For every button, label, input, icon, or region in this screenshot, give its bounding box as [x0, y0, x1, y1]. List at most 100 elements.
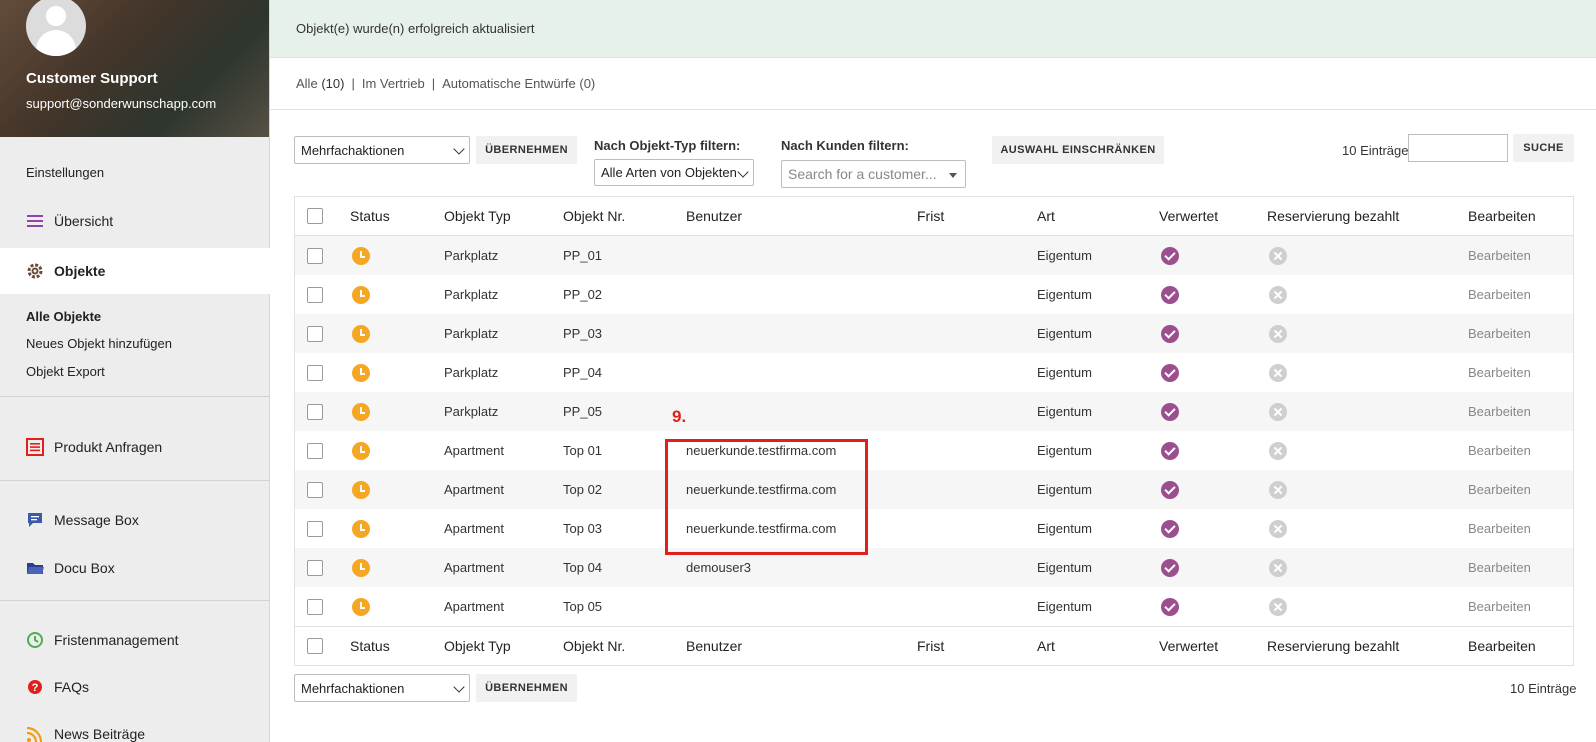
sidebar-item-objects[interactable]: Objekte — [0, 248, 270, 294]
column-header-number[interactable]: Objekt Nr. — [563, 197, 625, 235]
clock-icon — [352, 314, 370, 353]
view-filters: Alle (10) | Im Vertrieb | Automatische E… — [270, 58, 1596, 110]
column-footer-paid[interactable]: Reservierung bezahlt — [1267, 627, 1399, 665]
sidebar-item-settings[interactable]: Einstellungen — [0, 149, 270, 195]
view-sales-link[interactable]: Im Vertrieb — [362, 76, 425, 91]
row-checkbox[interactable] — [307, 548, 323, 587]
search-input[interactable] — [1408, 134, 1508, 162]
view-drafts-link[interactable]: Automatische Entwürfe (0) — [442, 76, 595, 91]
row-checkbox[interactable] — [307, 236, 323, 275]
message-icon — [26, 511, 44, 529]
table-row: Apartment Top 02 neuerkunde.testfirma.com E… — [295, 470, 1573, 509]
table-row: Apartment Top 03 neuerkunde.testfirma.com E… — [295, 509, 1573, 548]
clock-icon — [352, 431, 370, 470]
menu-lines-icon — [26, 212, 44, 230]
object-type: Apartment — [444, 443, 504, 458]
row-checkbox[interactable] — [307, 587, 323, 626]
edit-link[interactable]: Bearbeiten — [1468, 236, 1531, 275]
sidebar-sub-object-export[interactable]: Objekt Export — [26, 364, 105, 379]
column-footer-status[interactable]: Status — [350, 627, 390, 665]
column-header-type[interactable]: Objekt Typ — [444, 197, 511, 235]
object-kind: Eigentum — [1037, 404, 1092, 419]
help-icon: ? — [26, 678, 44, 696]
row-checkbox[interactable] — [307, 509, 323, 548]
sidebar-item-docu-box[interactable]: Docu Box — [0, 545, 270, 591]
object-type: Apartment — [444, 599, 504, 614]
avatar[interactable] — [26, 0, 86, 56]
row-checkbox[interactable] — [307, 392, 323, 431]
column-footer-deadline[interactable]: Frist — [917, 627, 944, 665]
edit-link[interactable]: Bearbeiten — [1468, 392, 1531, 431]
object-number: PP_05 — [563, 404, 603, 419]
object-type: Parkplatz — [444, 248, 499, 263]
apply-button[interactable]: ÜBERNEHMEN — [476, 136, 577, 164]
apply-button-bottom[interactable]: ÜBERNEHMEN — [476, 674, 577, 702]
folder-icon — [26, 559, 44, 577]
object-kind: Eigentum — [1037, 482, 1092, 497]
type-filter-value: Alle Arten von Objekten — [601, 165, 737, 180]
bulk-actions-select[interactable]: Mehrfachaktionen — [294, 136, 470, 164]
column-header-user[interactable]: Benutzer — [686, 197, 742, 235]
select-all-checkbox-footer[interactable] — [307, 627, 323, 665]
column-header-deadline[interactable]: Frist — [917, 197, 944, 235]
sidebar-item-news[interactable]: News Beiträge — [0, 711, 270, 742]
clock-icon — [352, 509, 370, 548]
column-header-used[interactable]: Verwertet — [1159, 197, 1218, 235]
annotation-highlight-box — [665, 439, 868, 555]
chevron-down-icon — [453, 143, 465, 155]
sidebar-item-deadlines[interactable]: Fristenmanagement — [0, 617, 270, 663]
edit-link[interactable]: Bearbeiten — [1468, 470, 1531, 509]
view-all-link[interactable]: Alle (10) — [296, 76, 344, 91]
restrict-selection-button[interactable]: AUSWAHL EINSCHRÄNKEN — [992, 136, 1164, 164]
select-all-checkbox[interactable] — [307, 197, 323, 235]
column-footer-used[interactable]: Verwertet — [1159, 627, 1218, 665]
list-icon — [26, 438, 44, 456]
edit-link[interactable]: Bearbeiten — [1468, 548, 1531, 587]
object-type: Parkplatz — [444, 404, 499, 419]
column-header-kind[interactable]: Art — [1037, 197, 1055, 235]
table-row: Parkplatz PP_01 Eigentum Bearbeiten — [295, 236, 1573, 275]
edit-link[interactable]: Bearbeiten — [1468, 314, 1531, 353]
row-checkbox[interactable] — [307, 314, 323, 353]
profile-header: Customer Support support@sonderwunschapp… — [0, 0, 269, 137]
separator: | — [351, 76, 355, 91]
check-circle-icon — [1161, 509, 1179, 548]
object-kind: Eigentum — [1037, 560, 1092, 575]
column-footer-type[interactable]: Objekt Typ — [444, 627, 511, 665]
row-checkbox[interactable] — [307, 353, 323, 392]
edit-link[interactable]: Bearbeiten — [1468, 353, 1531, 392]
sidebar-item-message-box[interactable]: Message Box — [0, 497, 270, 543]
divider — [0, 396, 270, 397]
edit-link[interactable]: Bearbeiten — [1468, 431, 1531, 470]
check-circle-icon — [1161, 236, 1179, 275]
sidebar-sub-all-objects[interactable]: Alle Objekte — [26, 309, 101, 324]
column-header-paid[interactable]: Reservierung bezahlt — [1267, 197, 1399, 235]
check-circle-icon — [1161, 392, 1179, 431]
column-header-status[interactable]: Status — [350, 197, 390, 235]
table-row: Apartment Top 05 Eigentum Bearbeiten — [295, 587, 1573, 626]
row-checkbox[interactable] — [307, 470, 323, 509]
bulk-actions-select-bottom[interactable]: Mehrfachaktionen — [294, 674, 470, 702]
row-checkbox[interactable] — [307, 431, 323, 470]
sidebar-item-label: Message Box — [54, 512, 139, 528]
search-button[interactable]: SUCHE — [1513, 134, 1574, 162]
edit-link[interactable]: Bearbeiten — [1468, 587, 1531, 626]
row-checkbox[interactable] — [307, 275, 323, 314]
customer-search-select[interactable]: Search for a customer... — [781, 160, 966, 188]
type-filter-select[interactable]: Alle Arten von Objekten — [594, 159, 754, 186]
object-number: PP_04 — [563, 365, 603, 380]
column-footer-number[interactable]: Objekt Nr. — [563, 627, 625, 665]
sidebar-sub-new-object[interactable]: Neues Objekt hinzufügen — [26, 336, 172, 351]
column-footer-user[interactable]: Benutzer — [686, 627, 742, 665]
sidebar-item-overview[interactable]: Übersicht — [0, 198, 270, 244]
edit-link[interactable]: Bearbeiten — [1468, 275, 1531, 314]
table-header: Status Objekt Typ Objekt Nr. Benutzer Fr… — [295, 197, 1573, 236]
column-footer-kind[interactable]: Art — [1037, 627, 1055, 665]
object-type: Apartment — [444, 482, 504, 497]
check-circle-icon — [1161, 431, 1179, 470]
edit-link[interactable]: Bearbeiten — [1468, 509, 1531, 548]
profile-email: support@sonderwunschapp.com — [26, 96, 217, 111]
sidebar-item-product-requests[interactable]: Produkt Anfragen — [0, 424, 270, 470]
x-circle-icon — [1269, 431, 1287, 470]
sidebar-item-faqs[interactable]: ? FAQs — [0, 664, 270, 710]
